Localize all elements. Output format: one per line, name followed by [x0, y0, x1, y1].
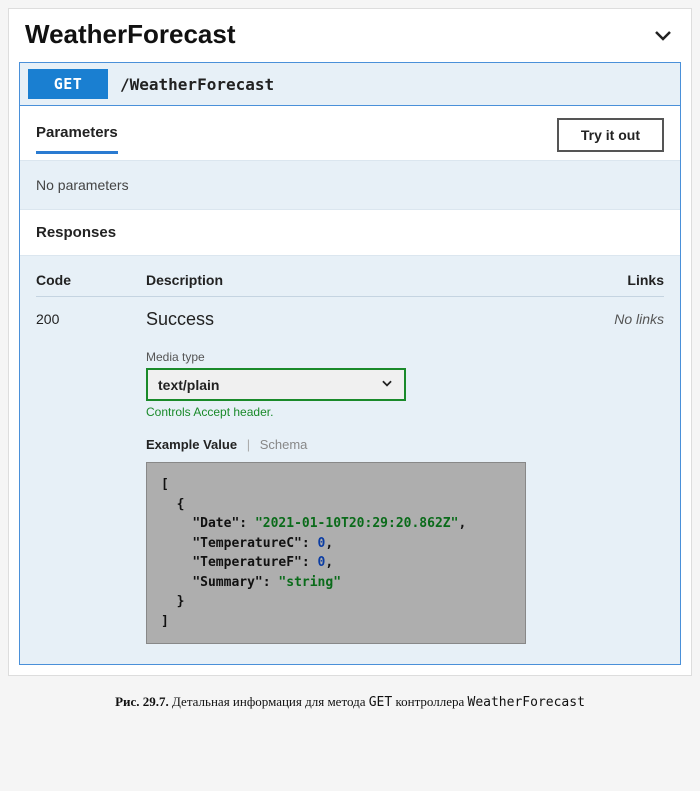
example-json-block: [ { "Date": "2021-01-10T20:29:20.862Z", … — [146, 462, 526, 644]
media-type-value: text/plain — [158, 377, 219, 393]
tab-divider: | — [247, 437, 250, 452]
chevron-down-icon — [380, 376, 394, 393]
example-schema-tabs: Example Value | Schema — [146, 437, 584, 452]
parameters-bar: Parameters Try it out — [20, 106, 680, 161]
caption-text-1: Детальная информация для метода — [169, 694, 369, 709]
figure-caption: Рис. 29.7. Детальная информация для мето… — [8, 694, 692, 710]
responses-header: Responses — [20, 209, 680, 256]
no-parameters-text: No parameters — [20, 161, 680, 209]
column-links: Links — [584, 272, 664, 288]
caption-code-1: GET — [369, 695, 392, 710]
try-it-out-button[interactable]: Try it out — [557, 118, 664, 152]
caption-text-2: контроллера — [392, 694, 467, 709]
http-method-badge: GET — [28, 69, 108, 99]
response-row: 200 Success Media type text/plain Contro… — [36, 309, 664, 644]
caption-code-2: WeatherForecast — [468, 695, 585, 710]
tab-example-value[interactable]: Example Value — [146, 437, 237, 452]
column-code: Code — [36, 272, 146, 288]
column-description: Description — [146, 272, 584, 288]
media-type-select[interactable]: text/plain — [146, 368, 406, 401]
caption-prefix: Рис. 29.7. — [115, 694, 169, 709]
operation-summary[interactable]: GET /WeatherForecast — [20, 63, 680, 106]
accept-header-hint: Controls Accept header. — [146, 405, 584, 419]
responses-table-header: Code Description Links — [36, 272, 664, 297]
response-description: Success — [146, 309, 584, 330]
response-code: 200 — [36, 309, 146, 644]
tab-schema[interactable]: Schema — [260, 437, 308, 452]
operation-block: GET /WeatherForecast Parameters Try it o… — [19, 62, 681, 665]
response-links: No links — [584, 309, 664, 644]
section-title: WeatherForecast — [25, 19, 236, 50]
responses-body: Code Description Links 200 Success Media… — [20, 256, 680, 664]
tab-parameters[interactable]: Parameters — [36, 124, 118, 154]
media-type-label: Media type — [146, 350, 584, 364]
section-header[interactable]: WeatherForecast — [9, 9, 691, 62]
chevron-down-icon — [651, 23, 675, 47]
operation-path: /WeatherForecast — [120, 75, 274, 94]
response-description-cell: Success Media type text/plain Controls A… — [146, 309, 584, 644]
